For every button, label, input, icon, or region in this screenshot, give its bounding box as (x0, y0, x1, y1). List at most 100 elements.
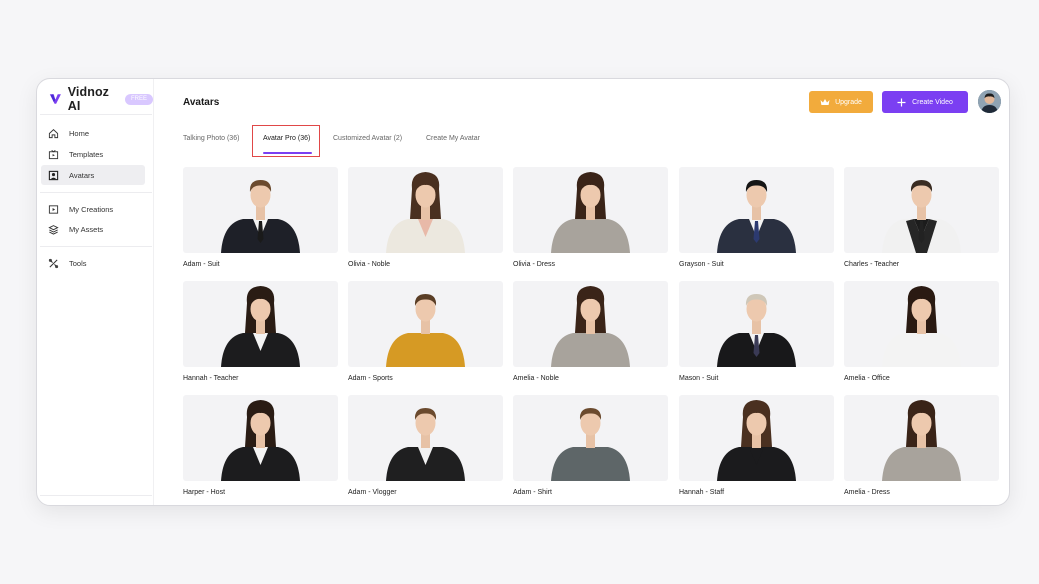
sidebar-item-my-assets[interactable]: My Assets (41, 219, 145, 239)
tab-talking-photo[interactable]: Talking Photo (36) (183, 135, 239, 142)
avatar-portrait (386, 172, 465, 253)
sidebar-item-label: Templates (69, 149, 104, 159)
user-avatar[interactable] (978, 90, 1001, 113)
brand-name: Vidnoz AI (67, 85, 110, 113)
upgrade-label: Upgrade (835, 98, 862, 106)
tab-customized-avatar[interactable]: Customized Avatar (2) (333, 135, 402, 142)
avatar-name: Amelia - Noble (513, 375, 559, 382)
home-icon (47, 127, 59, 139)
avatar-name: Harper - Host (183, 489, 226, 496)
avatar-icon (47, 169, 59, 181)
app-window: Vidnoz AI FREE Home Templates Avatars My… (36, 78, 1010, 506)
avatar-portrait (882, 180, 961, 253)
sidebar-item-my-creations[interactable]: My Creations (41, 199, 145, 219)
avatar-portrait (386, 408, 465, 481)
divider (40, 114, 152, 115)
page-title: Avatars (183, 97, 220, 108)
divider (40, 246, 152, 247)
sidebar-item-tools[interactable]: Tools (41, 253, 145, 273)
plus-icon (897, 98, 906, 106)
avatar-portrait (717, 400, 796, 481)
sidebar-item-label: Avatars (69, 170, 95, 180)
avatar-portrait (386, 294, 465, 367)
avatar-portrait (551, 172, 630, 253)
divider (40, 495, 152, 496)
upgrade-button[interactable]: Upgrade (809, 91, 873, 113)
sidebar-item-label: Tools (69, 258, 87, 268)
avatar-card[interactable]: Grayson - Suit (679, 167, 834, 268)
vidnoz-logo-icon (49, 94, 61, 104)
avatar-card[interactable]: Adam - Sports (348, 281, 503, 382)
avatar-thumbnail[interactable] (844, 395, 999, 481)
avatar-card[interactable]: Adam - Shirt (513, 395, 668, 496)
avatar-card[interactable]: Adam - Vlogger (348, 395, 503, 496)
avatar-card[interactable]: Amelia - Office (844, 281, 999, 382)
avatar-thumbnail[interactable] (348, 395, 503, 481)
avatar-card[interactable]: Olivia - Dress (513, 167, 668, 268)
sidebar-item-label: Home (69, 128, 90, 138)
avatar-card[interactable]: Adam - Suit (183, 167, 338, 268)
avatar-thumbnail[interactable] (679, 395, 834, 481)
crown-icon (820, 99, 830, 105)
avatar-portrait (221, 180, 300, 253)
avatar-thumbnail[interactable] (348, 167, 503, 253)
avatar-portrait (717, 294, 796, 367)
play-icon (47, 203, 59, 215)
avatar-portrait (551, 286, 630, 367)
avatar-thumbnail[interactable] (513, 281, 668, 367)
avatar-name: Adam - Vlogger (348, 489, 397, 496)
avatar-card[interactable]: Charles - Teacher (844, 167, 999, 268)
tab-create-my-avatar[interactable]: Create My Avatar (426, 135, 480, 142)
avatar-card[interactable]: Mason - Suit (679, 281, 834, 382)
avatar-thumbnail[interactable] (679, 281, 834, 367)
avatar-card[interactable]: Amelia - Noble (513, 281, 668, 382)
avatar-portrait (221, 400, 300, 481)
avatar-name: Hannah - Staff (679, 489, 725, 496)
avatar-name: Mason - Suit (679, 375, 719, 382)
avatar-card[interactable]: Hannah - Teacher (183, 281, 338, 382)
avatar-thumbnail[interactable] (183, 167, 338, 253)
avatar-name: Adam - Shirt (513, 489, 552, 496)
avatar-card[interactable]: Olivia - Noble (348, 167, 503, 268)
avatar-card[interactable]: Harper - Host (183, 395, 338, 496)
tools-icon (47, 257, 59, 269)
sidebar-item-label: My Creations (69, 204, 114, 214)
avatar-thumbnail[interactable] (513, 167, 668, 253)
avatar-name: Charles - Teacher (844, 261, 900, 268)
create-video-button[interactable]: Create Video (882, 91, 968, 113)
sidebar: Vidnoz AI FREE Home Templates Avatars My… (37, 79, 154, 505)
avatar-thumbnail[interactable] (844, 167, 999, 253)
avatar-name: Amelia - Office (844, 375, 890, 382)
sidebar-item-templates[interactable]: Templates (41, 144, 145, 164)
avatar-name: Adam - Sports (348, 375, 393, 382)
sidebar-item-avatars[interactable]: Avatars (41, 165, 145, 185)
sidebar-item-label: My Assets (69, 224, 104, 234)
create-video-label: Create Video (912, 98, 953, 106)
avatar-thumbnail[interactable] (513, 395, 668, 481)
avatar-card[interactable]: Amelia - Dress (844, 395, 999, 496)
avatar-name: Grayson - Suit (679, 261, 724, 268)
templates-icon (47, 148, 59, 160)
avatar-name: Olivia - Dress (513, 261, 556, 268)
avatar-portrait (882, 286, 961, 367)
avatar-name: Amelia - Dress (844, 489, 890, 496)
brand[interactable]: Vidnoz AI FREE (49, 85, 153, 113)
avatar-thumbnail[interactable] (348, 281, 503, 367)
avatar-name: Olivia - Noble (348, 261, 391, 268)
layers-icon (47, 223, 59, 235)
avatar-name: Hannah - Teacher (183, 375, 239, 382)
avatar-thumbnail[interactable] (183, 281, 338, 367)
divider (40, 192, 152, 193)
avatar-thumbnail[interactable] (183, 395, 338, 481)
avatar-portrait (551, 408, 630, 481)
avatar-thumbnail[interactable] (679, 167, 834, 253)
avatar-portrait (221, 286, 300, 367)
avatar-portrait (882, 400, 961, 481)
avatar-portrait (717, 180, 796, 253)
avatar-card[interactable]: Hannah - Staff (679, 395, 834, 496)
highlight-box (252, 125, 320, 157)
avatar-name: Adam - Suit (183, 261, 220, 268)
plan-badge: FREE (124, 93, 153, 105)
avatar-thumbnail[interactable] (844, 281, 999, 367)
sidebar-item-home[interactable]: Home (41, 123, 145, 143)
